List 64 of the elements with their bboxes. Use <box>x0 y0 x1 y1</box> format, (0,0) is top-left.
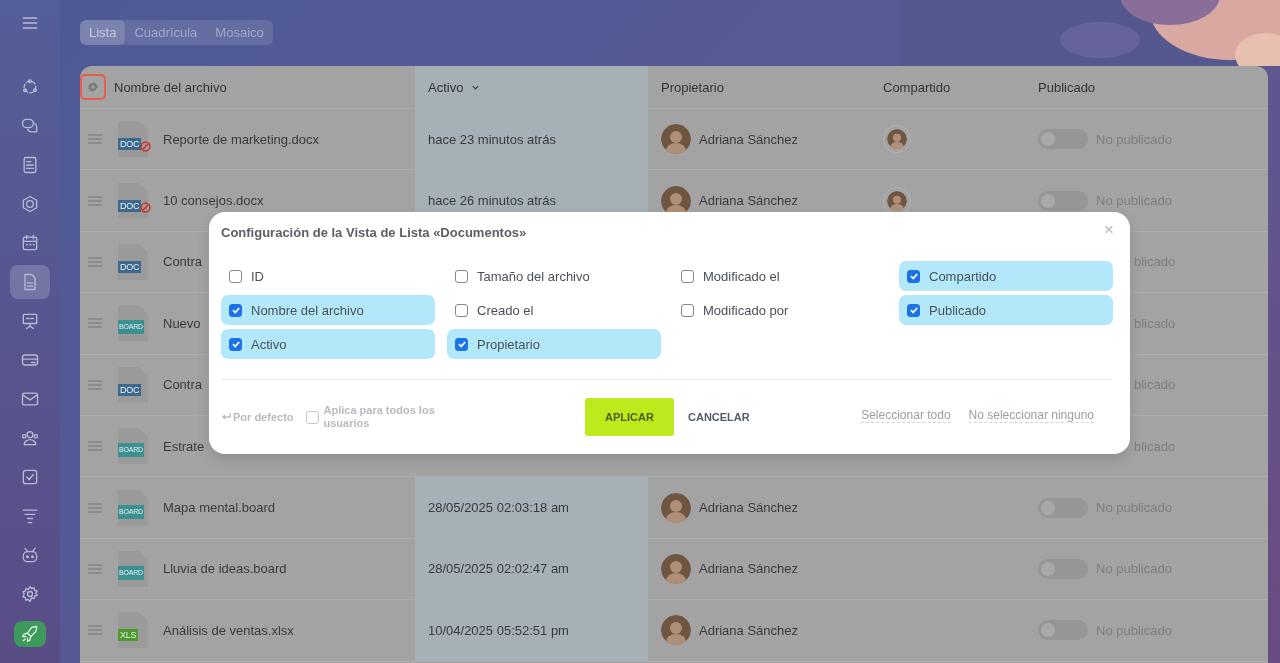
avatar <box>661 492 691 523</box>
file-name[interactable]: Reporte de marketing.docx <box>163 131 320 147</box>
checkbox[interactable] <box>455 269 468 283</box>
column-header[interactable]: Activo <box>428 79 464 95</box>
activity-time: 28/05/2025 02:02:47 am <box>428 561 569 577</box>
return-icon <box>221 412 231 422</box>
file-type-label: DOC <box>118 260 142 273</box>
avatar <box>661 615 691 646</box>
avatar <box>661 124 691 155</box>
publish-toggle[interactable] <box>1038 190 1088 211</box>
rocket-icon[interactable] <box>14 621 46 647</box>
owner-name: Adriana Sánchez <box>699 561 798 577</box>
column-option[interactable]: Compartido <box>899 261 1113 291</box>
file-name[interactable]: Mapa mental.board <box>163 500 275 516</box>
column-option[interactable]: Propietario <box>447 329 661 359</box>
select-none-link[interactable]: No seleccionar ninguno <box>968 407 1094 423</box>
owner-name: Adriana Sánchez <box>699 500 798 516</box>
file-name[interactable]: Análisis de ventas.xlsx <box>163 622 294 638</box>
checkbox[interactable] <box>229 269 242 283</box>
file-icon[interactable] <box>10 265 50 299</box>
column-option[interactable]: Modificado por <box>673 295 887 325</box>
column-option[interactable]: Creado el <box>447 295 661 325</box>
select-all-link[interactable]: Seleccionar todo <box>861 407 951 423</box>
activity-time: hace 23 minutos atrás <box>428 131 556 147</box>
column-header[interactable]: Nombre del archivo <box>114 79 227 95</box>
column-option[interactable]: Nombre del archivo <box>221 295 435 325</box>
owner-name: Adriana Sánchez <box>699 622 798 638</box>
checkbox[interactable] <box>681 303 694 317</box>
file-name[interactable]: Lluvia de ideas.board <box>163 561 287 577</box>
checkbox-label: Aplica para todos los usuarios <box>323 404 436 430</box>
column-header[interactable]: Publicado <box>1038 79 1096 95</box>
file-type-label: XLS <box>118 629 139 642</box>
column-header[interactable]: Compartido <box>883 79 951 95</box>
avatar <box>661 553 691 584</box>
column-option[interactable]: Tamaño del archivo <box>447 261 661 291</box>
file-name[interactable]: Estrate <box>163 438 205 454</box>
file-name[interactable]: Contra <box>163 254 203 270</box>
cancel-button[interactable]: CANCELAR <box>682 410 756 424</box>
column-option[interactable]: Activo <box>221 329 435 359</box>
checkbox[interactable] <box>305 410 319 424</box>
file-name[interactable]: Contra <box>163 377 203 393</box>
dialog-title: Configuración de la Vista de Lista «Documentos» <box>221 224 527 240</box>
column-option[interactable]: Modificado el <box>673 261 887 291</box>
checkbox[interactable] <box>229 303 242 317</box>
column-option[interactable]: ID <box>221 261 435 291</box>
checkbox[interactable] <box>455 303 468 317</box>
checkbox[interactable] <box>229 337 242 351</box>
checkbox[interactable] <box>455 337 468 351</box>
file-name[interactable]: 10 consejos.docx <box>163 193 264 209</box>
checkbox[interactable] <box>907 303 920 317</box>
column-option[interactable]: Publicado <box>899 295 1113 325</box>
activity-time: 10/04/2025 05:52:51 pm <box>428 622 569 638</box>
column-header[interactable]: Propietario <box>661 79 724 95</box>
owner-name: Adriana Sánchez <box>699 131 798 147</box>
checkbox[interactable] <box>907 269 920 283</box>
file-name[interactable]: Nuevo <box>163 315 201 331</box>
activity-time: 28/05/2025 02:03:18 am <box>428 500 569 516</box>
activity-time: hace 26 minutos atrás <box>428 193 556 209</box>
file-type-label: DOC <box>118 138 142 151</box>
owner-name: Adriana Sánchez <box>699 193 798 209</box>
file-type-label: DOC <box>118 383 142 396</box>
file-type-label: DOC <box>118 199 142 212</box>
apply-button[interactable]: APLICAR <box>585 398 674 436</box>
checkbox[interactable] <box>681 269 694 283</box>
